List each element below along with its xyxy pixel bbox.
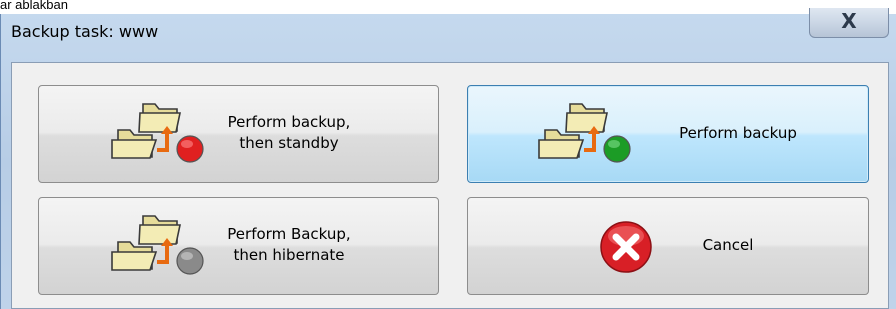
perform-backup-then-hibernate-button[interactable]: Perform Backup, then hibernate bbox=[38, 197, 439, 295]
error-x-icon bbox=[600, 221, 652, 273]
button-label-line1: Perform Backup, bbox=[227, 225, 351, 243]
button-label: Perform backup bbox=[679, 124, 797, 142]
button-label: Cancel bbox=[702, 236, 754, 254]
dialog-content: Perform backup, then standby Perform bac… bbox=[11, 62, 889, 309]
green-status-dot-icon bbox=[603, 135, 631, 163]
title-bar[interactable]: Backup task: www X bbox=[1, 8, 896, 52]
window-title: Backup task: www bbox=[11, 22, 159, 41]
button-label-line2: then hibernate bbox=[233, 246, 345, 264]
backup-task-dialog: Backup task: www X Perform backup, then … bbox=[0, 8, 896, 309]
button-label-line1: Perform backup, bbox=[227, 113, 351, 131]
cancel-button[interactable]: Cancel bbox=[467, 197, 869, 295]
button-label-line2: then standby bbox=[239, 134, 339, 152]
close-icon: X bbox=[841, 9, 857, 33]
perform-backup-then-standby-button[interactable]: Perform backup, then standby bbox=[38, 85, 439, 183]
close-button[interactable]: X bbox=[809, 8, 889, 38]
perform-backup-button[interactable]: Perform backup bbox=[467, 85, 869, 183]
background-window-text: ar ablakban bbox=[0, 0, 68, 12]
